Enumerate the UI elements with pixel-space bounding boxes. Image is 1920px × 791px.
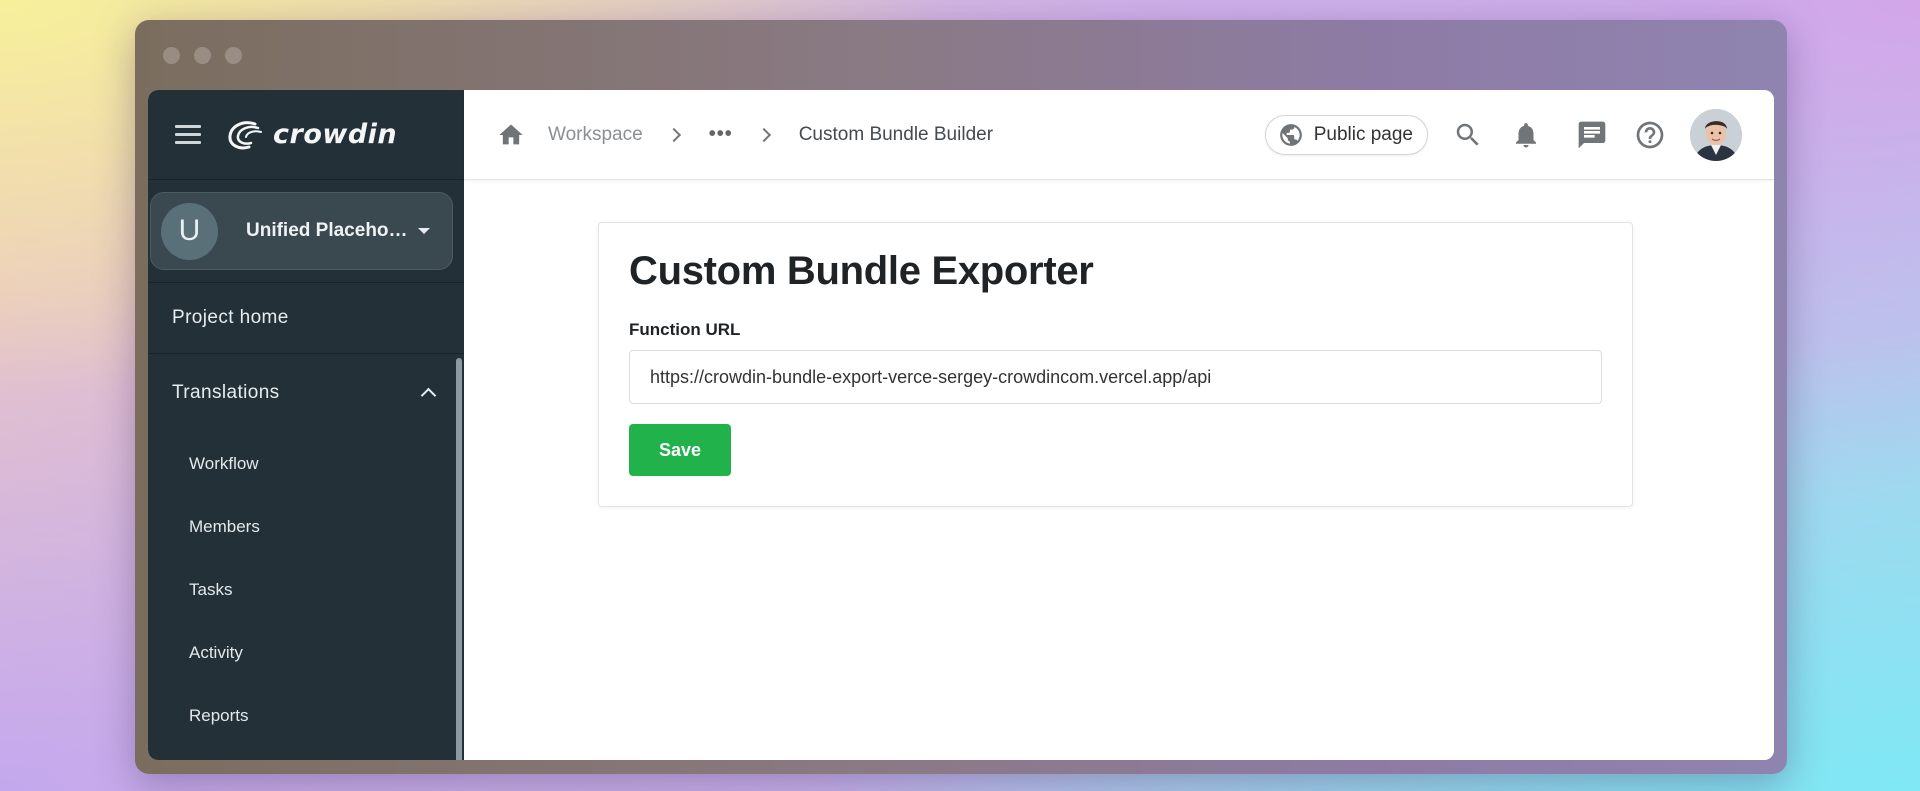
- sidebar-item-tasks[interactable]: Tasks: [148, 558, 464, 621]
- function-url-input[interactable]: [629, 350, 1602, 404]
- chevron-right-icon: [666, 127, 681, 142]
- sidebar-item-members[interactable]: Members: [148, 495, 464, 558]
- close-dot[interactable]: [163, 47, 180, 64]
- sidebar: crowdin U Unified Placeholder Project ho…: [148, 90, 464, 760]
- project-selector[interactable]: U Unified Placeholder: [150, 192, 453, 270]
- window-controls: [163, 47, 242, 64]
- home-icon[interactable]: [496, 121, 526, 149]
- save-button[interactable]: Save: [629, 424, 731, 476]
- help-icon: [1636, 121, 1664, 149]
- avatar-photo: [1690, 109, 1742, 161]
- search-button[interactable]: [1450, 117, 1486, 153]
- public-page-button[interactable]: Public page: [1264, 115, 1428, 155]
- sidebar-item-workflow[interactable]: Workflow: [148, 432, 464, 495]
- page-title: Custom Bundle Exporter: [629, 249, 1094, 293]
- project-avatar: U: [161, 202, 218, 260]
- globe-icon: [1279, 124, 1302, 146]
- exporter-card: Custom Bundle Exporter Function URL Save: [598, 222, 1633, 507]
- breadcrumb-more[interactable]: •••: [709, 123, 733, 146]
- breadcrumb-workspace[interactable]: Workspace: [548, 124, 643, 146]
- user-avatar[interactable]: [1690, 109, 1742, 161]
- search-icon: [1456, 123, 1479, 146]
- messages-button[interactable]: [1574, 117, 1610, 153]
- crowdin-logo-icon: [228, 120, 262, 149]
- app-frame: crowdin U Unified Placeholder Project ho…: [148, 90, 1774, 760]
- help-button[interactable]: [1632, 117, 1668, 153]
- maximize-dot[interactable]: [225, 47, 242, 64]
- breadcrumb-current: Custom Bundle Builder: [798, 123, 994, 145]
- top-bar: Workspace ••• Custom Bundle Builder Publ…: [464, 90, 1774, 180]
- sidebar-item-activity[interactable]: Activity: [148, 621, 464, 684]
- browser-window: crowdin U Unified Placeholder Project ho…: [135, 20, 1787, 774]
- main-content: Workspace ••• Custom Bundle Builder Publ…: [464, 90, 1774, 760]
- menu-icon[interactable]: [175, 125, 201, 144]
- chat-icon: [1578, 121, 1606, 149]
- sidebar-item-reports[interactable]: Reports: [148, 684, 464, 747]
- breadcrumb: Workspace ••• Custom Bundle Builder: [496, 121, 993, 149]
- logo-text: crowdin: [273, 119, 398, 150]
- minimize-dot[interactable]: [194, 47, 211, 64]
- sidebar-section-label: Translations: [172, 382, 280, 403]
- bell-icon: [1516, 123, 1536, 148]
- top-bar-tools: Public page: [1264, 90, 1742, 180]
- project-name: Unified Placeholder: [246, 220, 408, 241]
- chevron-up-icon: [420, 387, 437, 404]
- crowdin-logo[interactable]: crowdin: [225, 118, 397, 152]
- sidebar-header: crowdin: [148, 90, 464, 180]
- public-page-label: Public page: [1313, 124, 1413, 145]
- caret-down-icon: [418, 228, 430, 234]
- sidebar-section-translations[interactable]: Translations: [148, 354, 464, 432]
- notifications-button[interactable]: [1508, 117, 1544, 153]
- chevron-right-icon: [756, 127, 771, 142]
- function-url-label: Function URL: [629, 320, 741, 339]
- sidebar-scrollbar[interactable]: [456, 358, 462, 760]
- sidebar-item-project-home[interactable]: Project home: [148, 283, 464, 353]
